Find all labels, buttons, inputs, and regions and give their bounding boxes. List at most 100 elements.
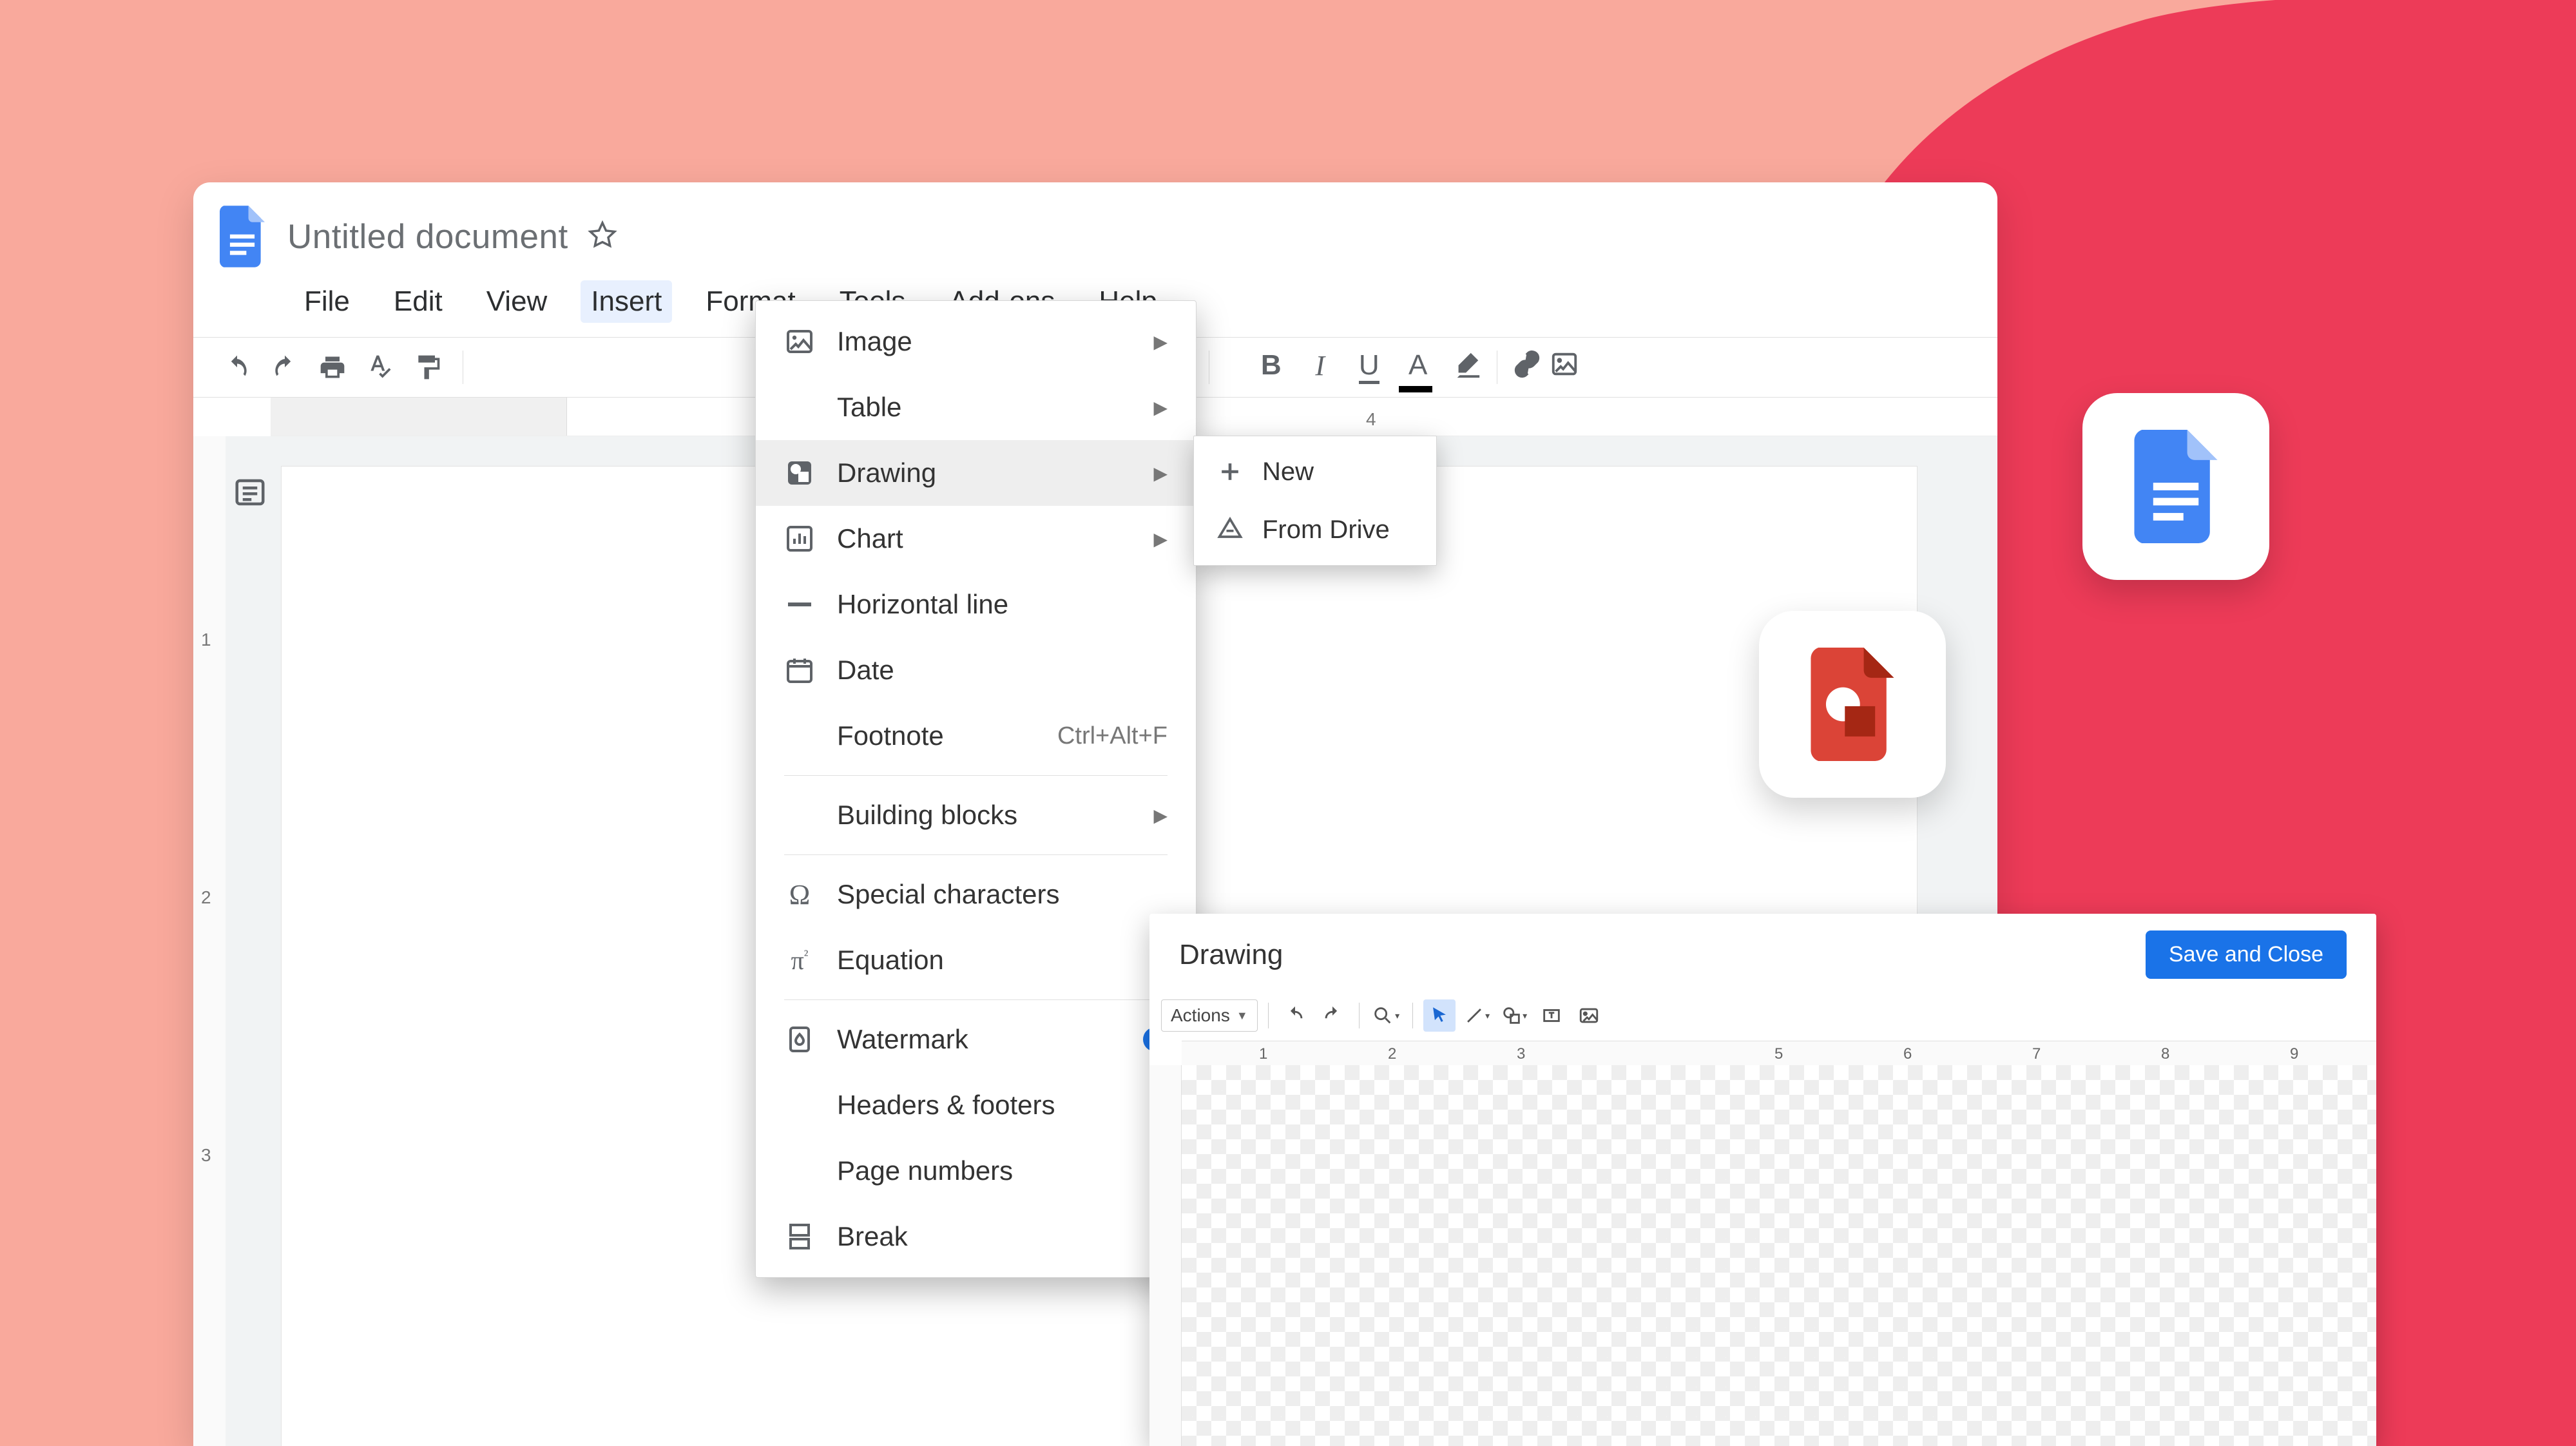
insert-break-label: Break bbox=[837, 1221, 1168, 1252]
menu-file[interactable]: File bbox=[294, 280, 360, 323]
image-icon bbox=[784, 326, 815, 357]
vruler-tick: 3 bbox=[201, 1145, 211, 1166]
menu-view[interactable]: View bbox=[476, 280, 558, 323]
insert-image-label: Image bbox=[837, 326, 1147, 357]
insert-hline-label: Horizontal line bbox=[837, 589, 1168, 620]
omega-icon: Ω bbox=[784, 879, 815, 910]
drawing-new-label: New bbox=[1262, 458, 1414, 487]
zoom-button[interactable]: ▾ bbox=[1370, 999, 1402, 1032]
insert-page-numbers[interactable]: Page numbers bbox=[756, 1138, 1196, 1204]
insert-watermark[interactable]: Watermark N bbox=[756, 1007, 1196, 1072]
drawing-vertical-ruler[interactable] bbox=[1149, 1065, 1182, 1446]
insert-drawing[interactable]: Drawing ▶ bbox=[756, 440, 1196, 506]
submenu-arrow-icon: ▶ bbox=[1153, 397, 1168, 418]
insert-image-tool[interactable] bbox=[1573, 999, 1605, 1032]
google-docs-badge bbox=[2082, 393, 2269, 580]
select-tool[interactable] bbox=[1423, 999, 1456, 1032]
insert-date-label: Date bbox=[837, 655, 1168, 686]
insert-special-characters[interactable]: Ω Special characters bbox=[756, 862, 1196, 927]
highlight-button[interactable] bbox=[1450, 349, 1484, 386]
google-drawings-badge bbox=[1759, 611, 1946, 798]
insert-building-blocks-label: Building blocks bbox=[837, 800, 1147, 831]
drawing-new[interactable]: New bbox=[1194, 443, 1436, 501]
insert-building-blocks[interactable]: Building blocks ▶ bbox=[756, 782, 1196, 848]
insert-image-toolbar-button[interactable] bbox=[1548, 349, 1581, 386]
vruler-tick: 1 bbox=[201, 630, 211, 650]
drawing-dialog: Drawing Save and Close Actions ▼ ▾ ▾ ▾ 1… bbox=[1149, 914, 2376, 1446]
submenu-arrow-icon: ▶ bbox=[1153, 331, 1168, 352]
menu-insert[interactable]: Insert bbox=[581, 280, 672, 323]
vertical-ruler[interactable]: 1 2 3 bbox=[193, 436, 226, 1446]
drawing-icon bbox=[784, 458, 815, 488]
vruler-tick: 2 bbox=[201, 887, 211, 908]
break-icon bbox=[784, 1221, 815, 1252]
insert-table[interactable]: Table ▶ bbox=[756, 374, 1196, 440]
textbox-tool[interactable] bbox=[1535, 999, 1568, 1032]
drive-icon bbox=[1216, 516, 1244, 544]
insert-footnote[interactable]: Footnote Ctrl+Alt+F bbox=[756, 703, 1196, 769]
actions-label: Actions bbox=[1171, 1005, 1230, 1026]
line-tool[interactable]: ▾ bbox=[1461, 999, 1493, 1032]
text-color-button[interactable]: A bbox=[1401, 349, 1435, 386]
drawing-dialog-title: Drawing bbox=[1179, 939, 1283, 971]
spellcheck-button[interactable] bbox=[358, 345, 402, 389]
submenu-arrow-icon: ▶ bbox=[1153, 528, 1168, 550]
insert-dropdown: Image ▶ Table ▶ Drawing ▶ Chart ▶ Horizo… bbox=[755, 300, 1197, 1278]
insert-date[interactable]: Date bbox=[756, 637, 1196, 703]
print-button[interactable] bbox=[311, 345, 354, 389]
insert-headers-footers[interactable]: Headers & footers bbox=[756, 1072, 1196, 1138]
bold-button[interactable]: B bbox=[1254, 349, 1288, 386]
dp-rtick: 7 bbox=[2032, 1045, 2041, 1063]
chart-icon bbox=[784, 523, 815, 554]
insert-drawing-label: Drawing bbox=[837, 458, 1147, 488]
drawing-canvas[interactable] bbox=[1182, 1065, 2376, 1446]
watermark-icon bbox=[784, 1024, 815, 1055]
dp-rtick: 1 bbox=[1259, 1045, 1267, 1063]
document-outline-icon[interactable] bbox=[233, 475, 267, 510]
submenu-arrow-icon: ▶ bbox=[1153, 805, 1168, 826]
save-and-close-button[interactable]: Save and Close bbox=[2146, 930, 2347, 979]
stage: Untitled document File Edit View Insert … bbox=[0, 0, 2576, 1446]
drawing-undo-button[interactable] bbox=[1279, 999, 1311, 1032]
insert-watermark-label: Watermark bbox=[837, 1024, 1143, 1055]
drawing-from-drive-label: From Drive bbox=[1262, 516, 1414, 545]
submenu-arrow-icon: ▶ bbox=[1153, 463, 1168, 484]
dp-rtick: 2 bbox=[1388, 1045, 1396, 1063]
insert-headers-footers-label: Headers & footers bbox=[837, 1090, 1168, 1121]
insert-page-numbers-label: Page numbers bbox=[837, 1155, 1168, 1186]
drawing-horizontal-ruler[interactable]: 1 2 3 5 6 7 8 9 bbox=[1182, 1041, 2376, 1065]
dp-rtick: 3 bbox=[1517, 1045, 1525, 1063]
ruler-tick: 4 bbox=[1366, 409, 1376, 430]
drawing-submenu: New From Drive bbox=[1193, 436, 1437, 566]
underline-button[interactable]: U bbox=[1352, 349, 1386, 386]
calendar-icon bbox=[784, 655, 815, 686]
insert-chart-label: Chart bbox=[837, 523, 1147, 554]
undo-button[interactable] bbox=[215, 345, 259, 389]
document-title[interactable]: Untitled document bbox=[287, 217, 568, 256]
dp-rtick: 8 bbox=[2161, 1045, 2169, 1063]
insert-equation[interactable]: π² Equation bbox=[756, 927, 1196, 993]
insert-link-button[interactable] bbox=[1510, 349, 1544, 386]
drawing-redo-button[interactable] bbox=[1316, 999, 1349, 1032]
insert-horizontal-line[interactable]: Horizontal line bbox=[756, 572, 1196, 637]
drawing-from-drive[interactable]: From Drive bbox=[1194, 501, 1436, 559]
paint-format-button[interactable] bbox=[406, 345, 450, 389]
drawing-toolbar: Actions ▼ ▾ ▾ ▾ bbox=[1149, 999, 2376, 1041]
dp-rtick: 6 bbox=[1903, 1045, 1912, 1063]
insert-image[interactable]: Image ▶ bbox=[756, 309, 1196, 374]
dp-rtick: 9 bbox=[2290, 1045, 2298, 1063]
menu-edit[interactable]: Edit bbox=[383, 280, 453, 323]
star-icon[interactable] bbox=[588, 220, 617, 253]
plus-icon bbox=[1216, 458, 1244, 486]
actions-dropdown[interactable]: Actions ▼ bbox=[1161, 999, 1258, 1032]
horizontal-line-icon bbox=[784, 589, 815, 620]
redo-button[interactable] bbox=[263, 345, 307, 389]
insert-break[interactable]: Break bbox=[756, 1204, 1196, 1269]
insert-equation-label: Equation bbox=[837, 945, 1168, 976]
dp-rtick: 5 bbox=[1774, 1045, 1783, 1063]
insert-footnote-shortcut: Ctrl+Alt+F bbox=[1057, 722, 1168, 750]
shape-tool[interactable]: ▾ bbox=[1498, 999, 1530, 1032]
italic-button[interactable]: I bbox=[1303, 349, 1337, 386]
insert-chart[interactable]: Chart ▶ bbox=[756, 506, 1196, 572]
docs-logo-icon bbox=[216, 202, 268, 271]
